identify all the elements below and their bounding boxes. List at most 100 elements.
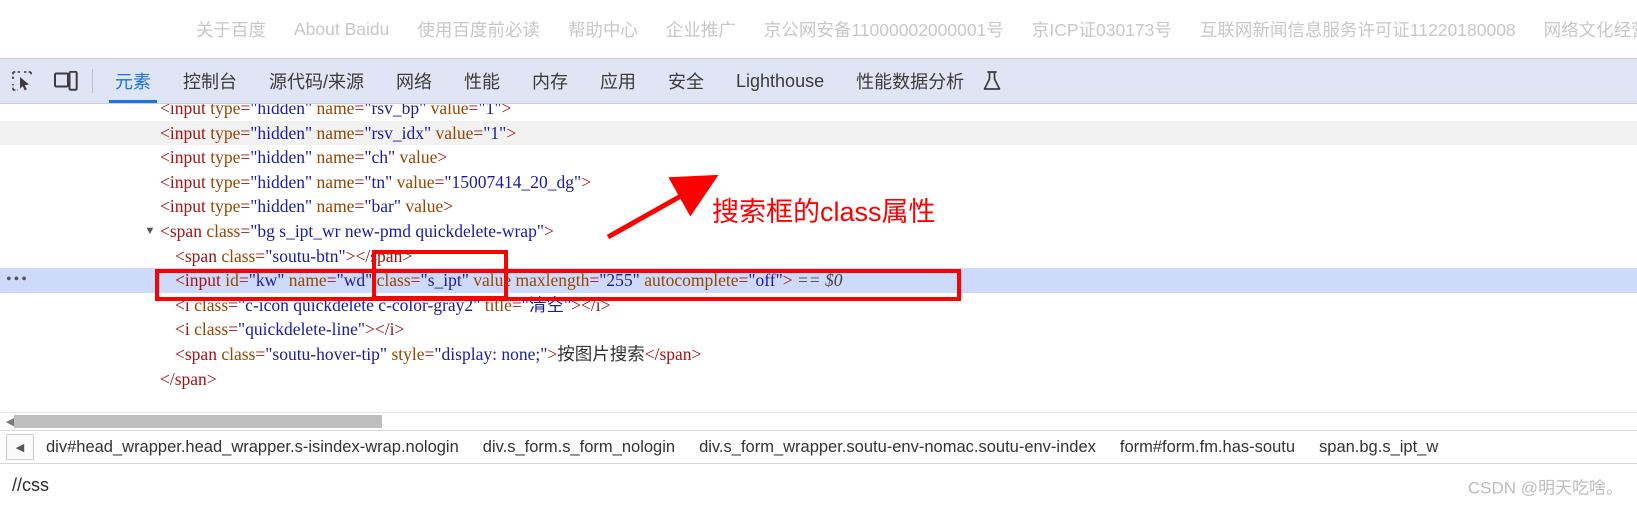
code-token-punct: >: [437, 147, 448, 168]
dom-node-row-selected[interactable]: ••• <input id="kw" name="wd" class="s_ipt…: [0, 268, 1637, 293]
code-token-punct: >: [402, 245, 413, 266]
tab-network[interactable]: 网络: [380, 59, 448, 103]
code-token-tagname: span: [659, 343, 692, 364]
dom-node-text: <span class="soutu-btn"></span>: [175, 244, 412, 269]
code-token-attr: type: [205, 171, 241, 192]
breadcrumb-label: form#form.fm.has-soutu: [1119, 437, 1296, 456]
code-token-val: "ch": [364, 147, 396, 168]
device-toolbar-icon[interactable]: [44, 59, 88, 103]
dom-node-text: <input type="hidden" name="ch" value>: [160, 145, 447, 170]
breadcrumb-item[interactable]: div#head_wrapper.head_wrapper.s-isindex-…: [46, 438, 459, 457]
dom-node-row[interactable]: </span>: [0, 367, 1637, 392]
expand-triangle-icon[interactable]: ▼: [144, 219, 156, 244]
code-token-punct: =: [738, 270, 749, 291]
dom-node-row[interactable]: <span class="soutu-btn"></span>: [0, 244, 1637, 269]
code-token-punct: =: [468, 104, 479, 118]
code-token-punct: =: [511, 294, 522, 315]
node-badge-more[interactable]: •••: [6, 272, 29, 288]
breadcrumb-item[interactable]: div.s_form.s_form_nologin: [483, 438, 675, 457]
dom-tree-container[interactable]: <input type="hidden" name="rsv_bp" value…: [0, 104, 1637, 412]
code-token-attr: value: [392, 171, 435, 192]
dom-node-text: <input type="hidden" name="rsv_idx" valu…: [160, 121, 516, 146]
tab-application[interactable]: 应用: [584, 59, 652, 103]
code-token-attr: type: [205, 122, 241, 143]
code-token-punct: =: [354, 122, 365, 143]
tab-performance-insights[interactable]: 性能数据分析: [840, 59, 980, 103]
dom-node-row[interactable]: <input type="hidden" name="rsv_idx" valu…: [0, 120, 1637, 146]
code-token-punct: =: [473, 122, 484, 143]
tab-label: Lighthouse: [736, 70, 825, 91]
code-token-val: "s_ipt": [420, 270, 469, 291]
tab-console[interactable]: 控制台: [167, 59, 253, 103]
footer-link[interactable]: 帮助中心: [568, 17, 638, 42]
page-footer-strip: 关于百度 About Baidu 使用百度前必读 帮助中心 企业推广 京公网安备…: [0, 0, 1637, 58]
code-token-punct: >: [394, 319, 405, 340]
code-token-punct: =: [326, 270, 337, 291]
breadcrumb-item[interactable]: div.s_form_wrapper.soutu-env-nomac.soutu…: [699, 438, 1096, 457]
dom-node-row[interactable]: ▼ <span class="bg s_ipt_wr new-pmd quickd…: [0, 219, 1637, 244]
code-token-val: "c-icon quickdelete c-color-gray2": [238, 294, 481, 315]
footer-link[interactable]: 网络文化经营许: [1544, 17, 1637, 42]
footer-link[interactable]: 使用百度前必读: [417, 17, 540, 42]
code-token-tagname: input: [169, 171, 206, 192]
code-token-punct: =: [240, 122, 251, 143]
dom-node-row[interactable]: <input type="hidden" name="ch" value>: [0, 145, 1637, 170]
code-token-val: "hidden": [250, 196, 313, 217]
devtools-toolbar: 元素 控制台 源代码/来源 网络 性能 内存 应用 安全 Lighthouse …: [0, 59, 1637, 104]
tab-label: 元素: [115, 72, 151, 92]
footer-link[interactable]: 企业推广: [666, 17, 736, 42]
code-token-val: "rsv_idx": [364, 122, 432, 143]
code-token-val: "soutu-btn": [265, 245, 346, 266]
tab-lighthouse[interactable]: Lighthouse: [720, 59, 840, 103]
dom-node-row[interactable]: <input type="hidden" name="bar" value>: [0, 194, 1637, 219]
breadcrumb-item[interactable]: form#form.fm.has-soutu: [1120, 438, 1295, 457]
dom-node-row[interactable]: <i class="quickdelete-line"></i>: [0, 317, 1637, 342]
tab-label: 性能数据分析: [856, 72, 965, 92]
breadcrumb-back-button[interactable]: ◀: [6, 434, 34, 460]
code-token-punct: =: [410, 270, 421, 291]
footer-link[interactable]: 关于百度: [196, 17, 266, 42]
dom-node-row[interactable]: <i class="c-icon quickdelete c-color-gra…: [0, 293, 1637, 318]
tab-elements[interactable]: 元素: [99, 59, 167, 103]
footer-link[interactable]: About Baidu: [294, 19, 389, 40]
dom-node-row[interactable]: <span class="soutu-hover-tip" style="dis…: [0, 342, 1637, 367]
tab-performance[interactable]: 性能: [448, 59, 516, 103]
code-token-punct: <: [160, 196, 170, 217]
tab-label: 内存: [532, 72, 569, 92]
dom-node-text: <i class="quickdelete-line"></i>: [175, 317, 404, 342]
code-token-tagname: span: [169, 220, 202, 241]
tab-sources[interactable]: 源代码/来源: [253, 59, 380, 103]
code-token-punct: <: [160, 220, 170, 241]
footer-link[interactable]: 京ICP证030173号: [1032, 17, 1172, 42]
code-token-val: "hidden": [250, 104, 313, 118]
code-token-val: "hidden": [250, 122, 313, 143]
code-token-punct: =: [240, 171, 251, 192]
code-token-punct: >: [600, 294, 611, 315]
experiments-flask-icon[interactable]: [980, 59, 1010, 103]
code-token-attr: name: [284, 270, 327, 291]
code-token-attr: value: [400, 196, 444, 217]
inspect-element-icon[interactable]: [0, 59, 44, 103]
code-token-punct: <: [175, 294, 185, 315]
footer-link[interactable]: 互联网新闻信息服务许可证11220180008: [1200, 17, 1516, 42]
horizontal-scrollbar[interactable]: ◀: [0, 412, 1637, 430]
dom-node-row[interactable]: <input type="hidden" name="rsv_bp" value…: [0, 104, 1637, 121]
code-token-attr: value: [426, 104, 469, 118]
code-token-attr: name: [312, 104, 355, 118]
tab-security[interactable]: 安全: [652, 59, 720, 103]
code-token-tagname: span: [184, 343, 217, 364]
scrollbar-thumb[interactable]: [14, 415, 382, 428]
breadcrumb-item[interactable]: span.bg.s_ipt_w: [1319, 438, 1438, 457]
code-token-tagname: span: [174, 368, 207, 389]
code-token-punct: ></: [571, 294, 596, 315]
dom-node-row[interactable]: <input type="hidden" name="tn" value="15…: [0, 170, 1637, 195]
code-token-val: "清空": [521, 294, 572, 315]
code-token-attr: type: [205, 104, 241, 118]
code-token-punct: >: [581, 171, 592, 192]
code-token-attr: maxlength: [511, 270, 590, 291]
tab-memory[interactable]: 内存: [516, 59, 584, 103]
breadcrumb: ◀ div#head_wrapper.head_wrapper.s-isinde…: [0, 430, 1637, 463]
code-token-punct: >: [691, 343, 702, 364]
toolbar-divider: [92, 69, 93, 93]
footer-link[interactable]: 京公网安备11000002000001号: [764, 17, 1004, 42]
